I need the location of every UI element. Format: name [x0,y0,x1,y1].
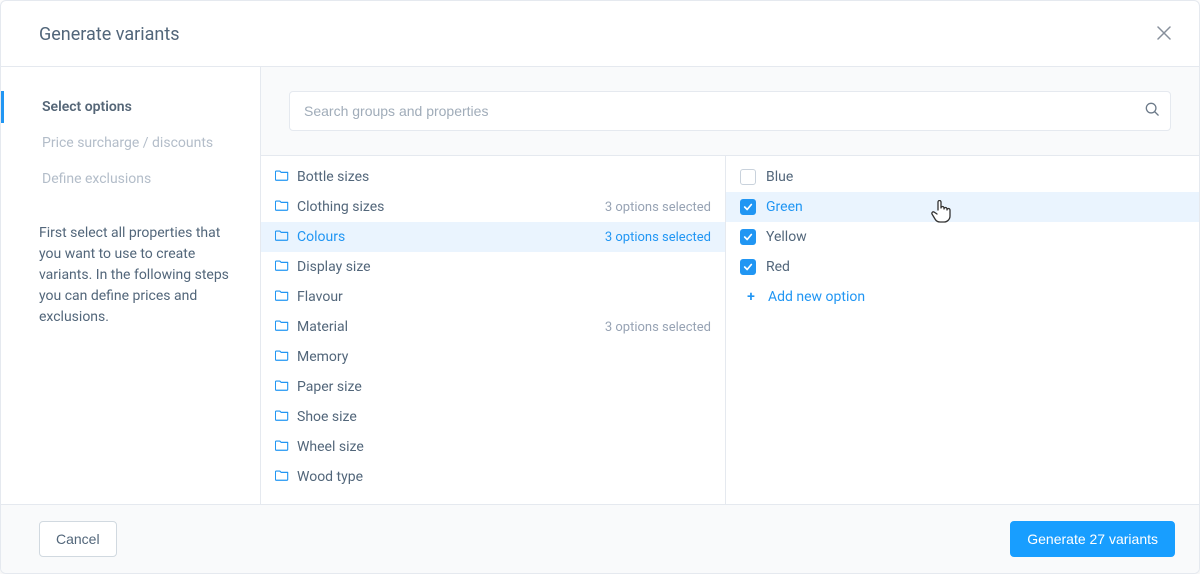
cancel-button[interactable]: Cancel [39,521,117,557]
folder-icon [275,408,289,426]
option-label: Red [766,259,790,275]
group-selected-count: 3 options selected [605,320,711,335]
group-label: Flavour [297,289,711,305]
group-selected-count: 3 options selected [605,200,711,215]
option-label: Green [766,199,803,215]
folder-icon [275,198,289,216]
option-checkbox[interactable] [740,169,756,185]
modal-title: Generate variants [39,24,180,45]
generate-button[interactable]: Generate 27 variants [1010,521,1175,557]
group-label: Shoe size [297,409,711,425]
option-checkbox[interactable] [740,259,756,275]
folder-icon [275,468,289,486]
group-label: Clothing sizes [297,199,597,215]
group-label: Paper size [297,379,711,395]
folder-icon [275,288,289,306]
group-row[interactable]: Shoe size [261,402,725,432]
group-row[interactable]: Memory [261,342,725,372]
folder-icon [275,168,289,186]
option-label: Yellow [766,229,807,245]
modal-body: Select options Price surcharge / discount… [1,67,1199,504]
group-row[interactable]: Paper size [261,372,725,402]
option-checkbox[interactable] [740,229,756,245]
search-box [289,91,1171,131]
group-row[interactable]: Wheel size [261,432,725,462]
add-option-row[interactable]: + Add new option [726,282,1199,312]
group-label: Wheel size [297,439,711,455]
wizard-step[interactable]: Define exclusions [1,163,260,195]
group-row[interactable]: Clothing sizes 3 options selected [261,192,725,222]
group-label: Bottle sizes [297,169,711,185]
option-label: Blue [766,169,793,185]
option-row[interactable]: Red [726,252,1199,282]
group-label: Colours [297,229,597,245]
folder-icon [275,228,289,246]
option-row[interactable]: Green [726,192,1199,222]
wizard-step[interactable]: Price surcharge / discounts [1,127,260,159]
option-row[interactable]: Blue [726,162,1199,192]
folder-icon [275,438,289,456]
group-label: Wood type [297,469,711,485]
search-input[interactable] [289,91,1171,131]
plus-icon: + [744,289,758,305]
add-option-label: Add new option [768,289,865,305]
modal-footer: Cancel Generate 27 variants [1,504,1199,573]
selection-columns: Bottle sizes Clothing sizes 3 options sele… [261,155,1199,504]
group-row[interactable]: Material 3 options selected [261,312,725,342]
group-row[interactable]: Wood type [261,462,725,492]
wizard-sidebar: Select options Price surcharge / discount… [1,67,261,504]
group-selected-count: 3 options selected [605,230,711,245]
group-row[interactable]: Colours 3 options selected [261,222,725,252]
group-row[interactable]: Bottle sizes [261,162,725,192]
group-row[interactable]: Display size [261,252,725,282]
wizard-step[interactable]: Select options [1,91,260,123]
folder-icon [275,378,289,396]
group-label: Display size [297,259,711,275]
folder-icon [275,318,289,336]
content-pane: Bottle sizes Clothing sizes 3 options sele… [261,67,1199,504]
close-button[interactable] [1153,21,1175,48]
modal-header: Generate variants [1,1,1199,67]
generate-variants-modal: Generate variants Select options Price su… [0,0,1200,574]
folder-icon [275,258,289,276]
sidebar-help-text: First select all properties that you wan… [1,223,260,328]
option-row[interactable]: Yellow [726,222,1199,252]
search-icon [1145,102,1159,120]
group-row[interactable]: Flavour [261,282,725,312]
group-label: Memory [297,349,711,365]
options-column: Blue Green Yellow Red + Add new option [726,156,1199,504]
close-icon [1157,26,1171,40]
group-label: Material [297,319,597,335]
option-checkbox[interactable] [740,199,756,215]
folder-icon [275,348,289,366]
groups-column: Bottle sizes Clothing sizes 3 options sele… [261,156,726,504]
search-wrap [261,67,1199,155]
